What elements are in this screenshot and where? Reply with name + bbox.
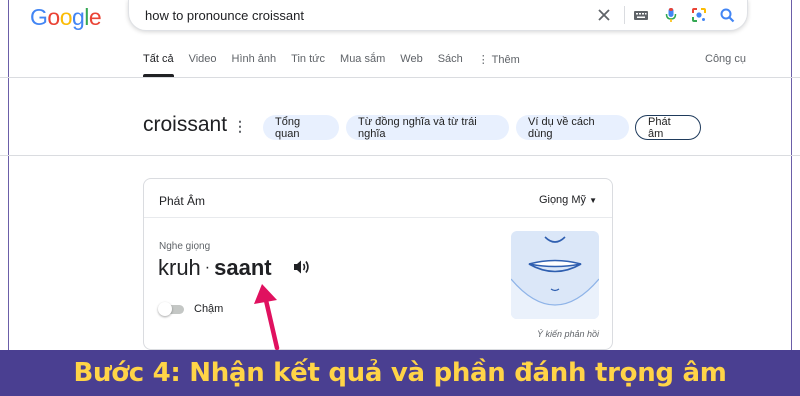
search-icon[interactable] — [718, 6, 736, 24]
syllable-unstressed: kruh — [158, 255, 201, 280]
card-divider — [144, 217, 612, 218]
tab-books[interactable]: Sách — [438, 53, 463, 75]
google-logo[interactable]: Google — [30, 4, 102, 31]
tab-video[interactable]: Video — [189, 53, 217, 75]
search-input[interactable]: how to pronounce croissant — [145, 8, 304, 23]
tools-button[interactable]: Công cụ — [705, 53, 746, 65]
instruction-banner: Bước 4: Nhận kết quả và phần đánh trọng … — [0, 350, 800, 396]
logo-letter: G — [30, 4, 48, 30]
tab-more[interactable]: ⋮ Thêm — [478, 53, 520, 75]
banner-text: Bước 4: Nhận kết quả và phần đánh trọng … — [73, 358, 727, 388]
chip-synonyms[interactable]: Từ đồng nghĩa và từ trái nghĩa — [346, 115, 509, 140]
logo-letter: g — [71, 4, 85, 30]
dropdown-caret-icon: ▼ — [589, 196, 597, 205]
syllable-separator: · — [204, 259, 211, 276]
tab-news[interactable]: Tin tức — [291, 53, 325, 75]
tab-web[interactable]: Web — [400, 53, 422, 75]
mouth-animation-image — [511, 231, 599, 319]
logo-letter: o — [47, 4, 60, 30]
search-box[interactable]: how to pronounce croissant — [128, 0, 748, 31]
phonetic-spelling: kruh · saant — [158, 255, 272, 281]
logo-letter: o — [59, 4, 73, 30]
feedback-link[interactable]: Ý kiến phản hồi — [537, 329, 599, 339]
google-lens-icon[interactable] — [690, 6, 708, 24]
speaker-icon[interactable] — [293, 259, 311, 280]
chip-pronunciation[interactable]: Phát âm — [635, 115, 701, 140]
word-title: croissant — [143, 113, 228, 136]
tab-shopping[interactable]: Mua sắm — [340, 53, 385, 75]
pronunciation-card: Phát Âm Giọng Mỹ ▼ Nghe giọng kruh · saant… — [143, 178, 613, 350]
slow-label: Chậm — [194, 303, 224, 315]
clear-icon[interactable] — [595, 6, 613, 24]
accent-label: Giọng Mỹ — [538, 194, 587, 206]
accent-dropdown[interactable]: Giọng Mỹ ▼ — [539, 194, 597, 206]
listen-label: Nghe giọng — [159, 241, 211, 252]
toggle-knob — [158, 302, 172, 316]
search-divider — [624, 6, 625, 24]
card-title: Phát Âm — [159, 194, 206, 208]
slow-toggle[interactable] — [158, 302, 186, 316]
logo-letter: e — [88, 4, 102, 30]
tab-all[interactable]: Tất cả — [143, 53, 174, 77]
search-header: Google how to pronounce croissant Tất cả… — [0, 0, 800, 78]
microphone-icon[interactable] — [662, 6, 680, 24]
syllable-stressed: saant — [214, 255, 272, 280]
tab-images[interactable]: Hình ảnh — [232, 53, 277, 75]
search-tabs: Tất cả Video Hình ảnh Tin tức Mua sắm We… — [143, 53, 535, 77]
chip-usage-examples[interactable]: Ví dụ về cách dùng — [516, 115, 629, 140]
annotation-arrow — [254, 284, 280, 351]
keyboard-icon[interactable] — [632, 6, 650, 24]
chip-overview[interactable]: Tổng quan — [263, 115, 339, 140]
word-header: croissant ⋮ Tổng quan Từ đồng nghĩa và t… — [0, 80, 800, 156]
more-options-icon[interactable]: ⋮ — [233, 118, 247, 135]
